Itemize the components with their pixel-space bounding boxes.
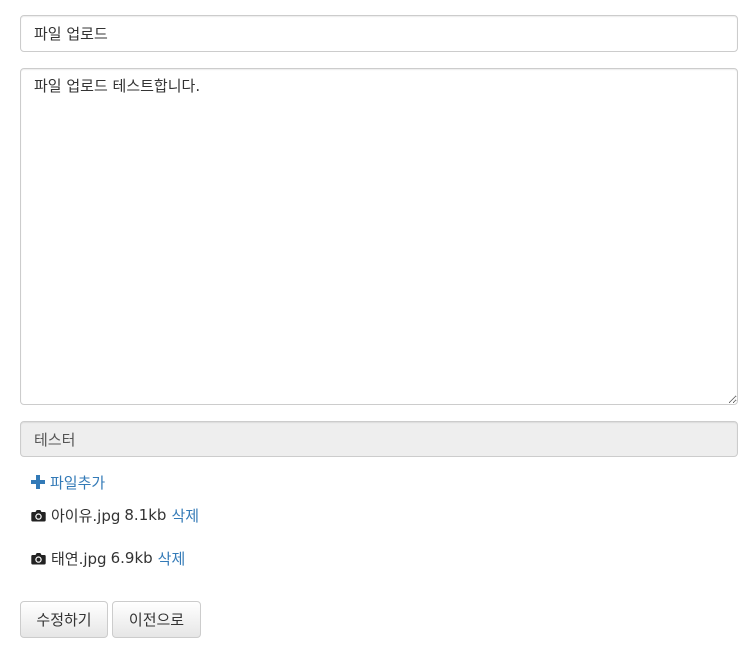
delete-file-link[interactable]: 삭제 xyxy=(171,505,199,526)
add-file-label: 파일추가 xyxy=(50,473,106,492)
edit-post-form: 파일 업로드 테스트합니다. 파일추가 아이유.jpg 8.1kb 삭제 태연.… xyxy=(0,0,750,647)
file-size: 6.9kb xyxy=(110,549,153,567)
file-size: 8.1kb xyxy=(124,506,167,524)
file-item: 아이유.jpg 8.1kb 삭제 xyxy=(31,504,199,526)
submit-button[interactable]: 수정하기 xyxy=(20,601,108,638)
camera-icon xyxy=(31,509,46,521)
delete-file-link[interactable]: 삭제 xyxy=(158,548,186,569)
plus-icon xyxy=(31,475,45,489)
add-file-button[interactable]: 파일추가 xyxy=(31,471,105,493)
content-textarea[interactable]: 파일 업로드 테스트합니다. xyxy=(20,68,738,405)
title-input[interactable] xyxy=(20,15,738,52)
file-name: 아이유.jpg xyxy=(51,506,121,525)
file-item: 태연.jpg 6.9kb 삭제 xyxy=(31,547,185,569)
camera-icon xyxy=(31,552,46,564)
back-button[interactable]: 이전으로 xyxy=(112,601,201,638)
writer-input xyxy=(20,421,738,457)
file-name: 태연.jpg xyxy=(51,549,107,568)
